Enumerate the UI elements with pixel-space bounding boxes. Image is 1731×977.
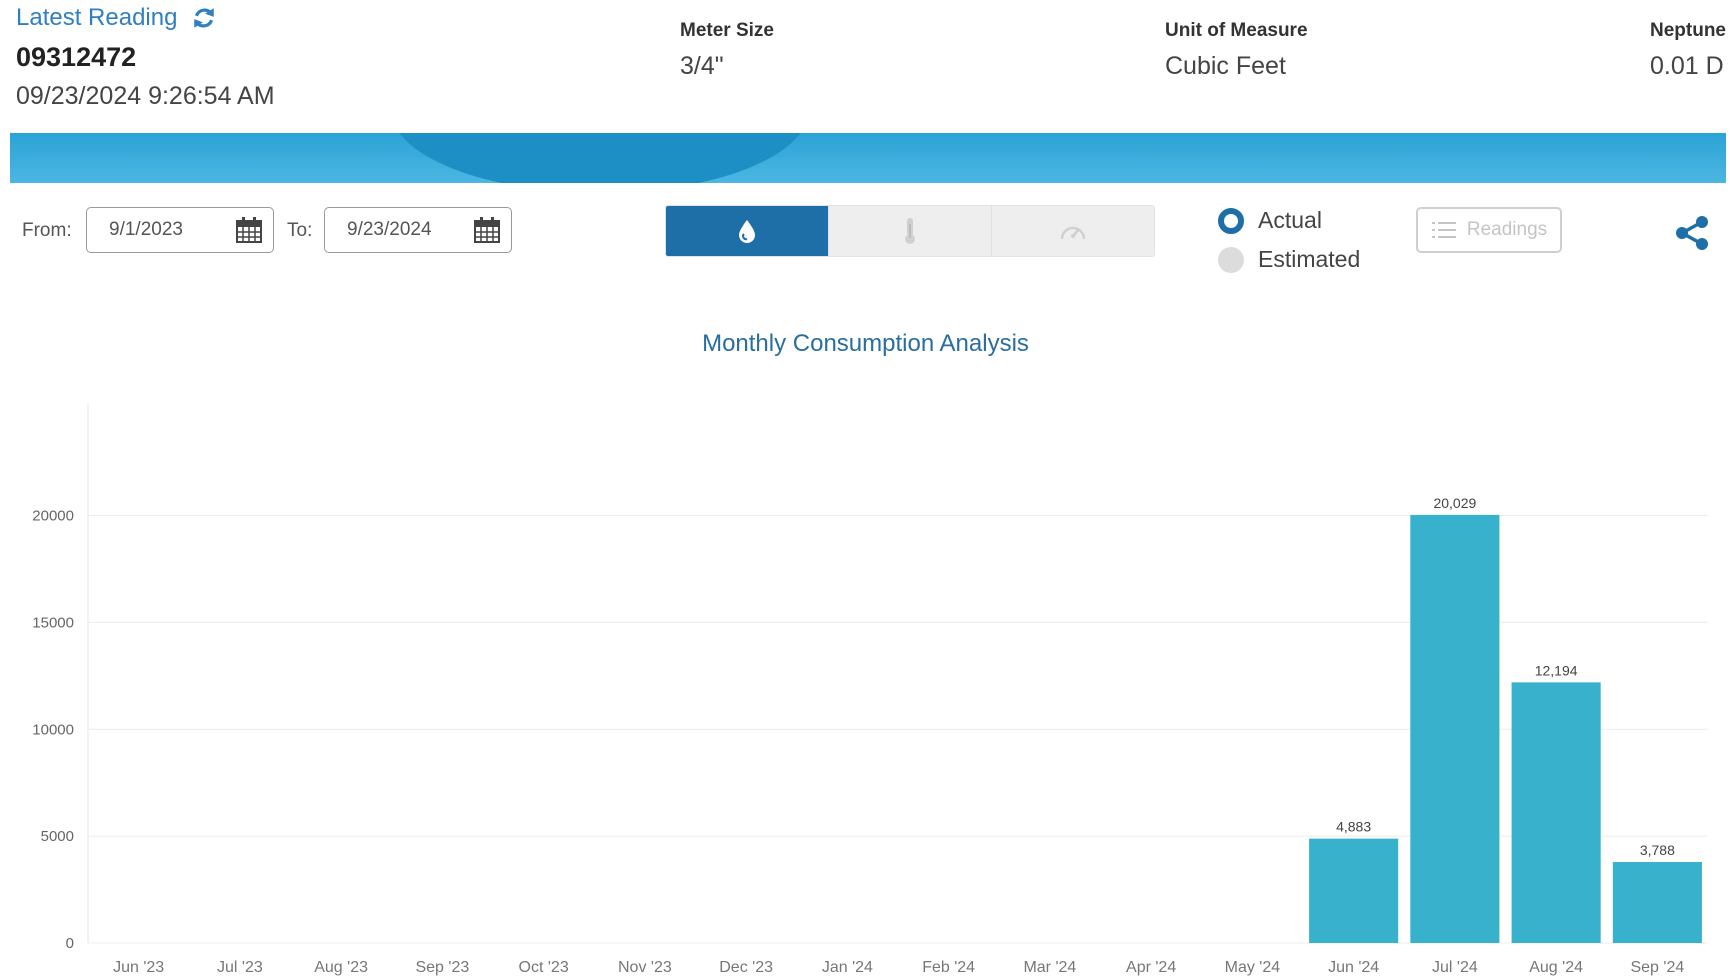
to-date-field[interactable]: [324, 207, 512, 253]
from-label: From:: [22, 220, 72, 241]
calendar-icon[interactable]: [235, 216, 263, 244]
controls-bar: From: To:: [0, 205, 1731, 275]
x-tick-label: May '24: [1225, 959, 1281, 976]
neptune-label: Neptune: [1650, 20, 1726, 41]
meter-size-block: Meter Size 3/4": [680, 20, 774, 81]
water-drop-icon: [739, 220, 755, 243]
x-tick-label: Oct '23: [519, 959, 569, 976]
calendar-icon[interactable]: [473, 216, 501, 244]
reading-timestamp: 09/23/2024 9:26:54 AM: [16, 82, 275, 110]
from-date-field[interactable]: [86, 207, 274, 253]
banner-wave-decoration: [390, 133, 810, 183]
readings-button-label: Readings: [1466, 219, 1548, 240]
x-tick-label: Mar '24: [1023, 959, 1076, 976]
x-tick-label: Jul '24: [1432, 959, 1478, 976]
gauge-icon: [1060, 226, 1086, 240]
chart-title: Monthly Consumption Analysis: [702, 330, 1029, 357]
unit-of-measure-label: Unit of Measure: [1165, 20, 1308, 41]
x-tick-label: Jun '23: [113, 959, 164, 976]
x-tick-label: Dec '23: [719, 959, 773, 976]
radio-actual-label: Actual: [1258, 207, 1322, 233]
unit-of-measure-value: Cubic Feet: [1165, 52, 1286, 80]
x-tick-label: Feb '24: [922, 959, 975, 976]
x-tick-label: Sep '24: [1630, 959, 1684, 976]
x-tick-label: Sep '23: [415, 959, 469, 976]
y-tick-label: 0: [66, 935, 74, 952]
header-banner: [10, 133, 1726, 183]
x-tick-label: Jul '23: [217, 959, 263, 976]
latest-reading-heading: Latest Reading: [16, 4, 217, 32]
bar-data-label: 20,029: [1433, 495, 1476, 511]
bar: [1410, 514, 1500, 943]
to-date-input[interactable]: [345, 218, 459, 242]
neptune-value: 0.01 D: [1650, 52, 1724, 80]
x-tick-label: Apr '24: [1126, 959, 1176, 976]
radio-estimated-label: Estimated: [1258, 246, 1361, 272]
radio-estimated[interactable]: Estimated: [1218, 246, 1360, 273]
from-date-input[interactable]: [107, 218, 221, 242]
x-tick-label: Nov '23: [618, 959, 672, 976]
x-tick-label: Aug '23: [314, 959, 368, 976]
meter-header: Latest Reading 09312472 09/23/2024 9:26:…: [0, 0, 1731, 118]
bar-data-label: 4,883: [1336, 819, 1371, 835]
thermometer-icon: [905, 218, 915, 244]
bar-data-label: 3,788: [1640, 842, 1675, 858]
radio-actual[interactable]: Actual: [1218, 207, 1322, 234]
refresh-icon[interactable]: [191, 5, 217, 31]
meter-id: 09312472: [16, 42, 137, 72]
y-tick-label: 20000: [32, 508, 74, 525]
x-tick-label: Jan '24: [822, 959, 873, 976]
y-tick-label: 15000: [32, 614, 74, 631]
unit-of-measure-block: Unit of Measure Cubic Feet: [1165, 20, 1308, 81]
readings-button[interactable]: Readings: [1416, 207, 1562, 253]
metric-toggle-group: [665, 205, 1155, 257]
meter-size-value: 3/4": [680, 52, 724, 80]
x-tick-label: Jun '24: [1328, 959, 1379, 976]
pressure-toggle-button[interactable]: [992, 206, 1154, 256]
temperature-toggle-button[interactable]: [829, 206, 992, 256]
bar: [1309, 838, 1399, 943]
list-icon: [1431, 222, 1456, 238]
neptune-block: Neptune 0.01 D: [1650, 20, 1726, 81]
bar-data-label: 12,194: [1535, 662, 1578, 678]
y-tick-label: 5000: [41, 828, 74, 845]
to-label: To:: [287, 220, 313, 241]
bar: [1612, 862, 1702, 943]
radio-actual-indicator[interactable]: [1218, 207, 1244, 234]
y-tick-label: 10000: [32, 721, 74, 738]
x-tick-label: Aug '24: [1529, 959, 1583, 976]
bar: [1511, 682, 1601, 943]
share-icon[interactable]: [1672, 213, 1712, 253]
meter-size-label: Meter Size: [680, 20, 774, 41]
monthly-consumption-chart: 0 5000 10000 15000 20000 Jun '23 Jul '23 Aug '2…: [32, 404, 1708, 976]
latest-reading-label: Latest Reading: [16, 4, 178, 31]
water-toggle-button[interactable]: [666, 206, 829, 256]
radio-estimated-indicator[interactable]: [1218, 246, 1244, 273]
